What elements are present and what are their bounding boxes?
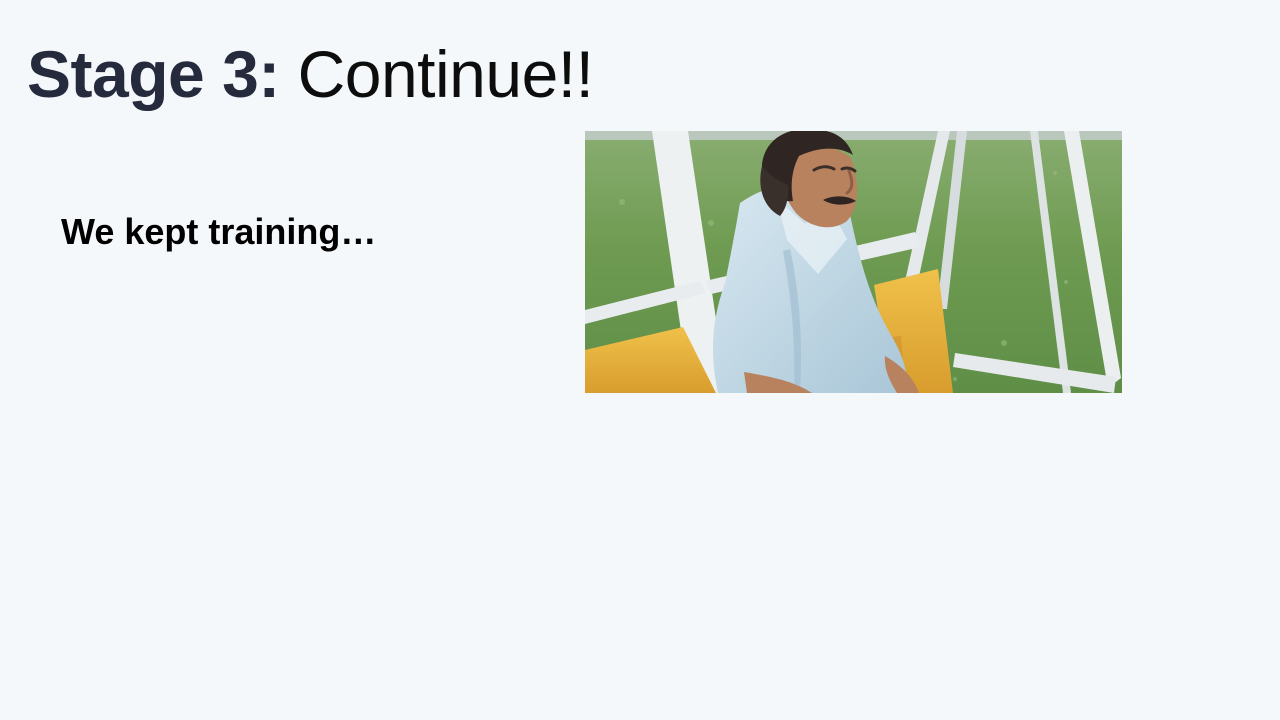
slide-title: Stage 3: Continue!! bbox=[27, 36, 594, 112]
title-main: Continue!! bbox=[297, 37, 594, 111]
title-prefix: Stage 3: bbox=[27, 37, 280, 111]
meme-photo-illustration bbox=[585, 131, 1122, 393]
body-text: We kept training… bbox=[61, 211, 377, 252]
slide: Stage 3: Continue!! We kept training… bbox=[0, 0, 1280, 720]
meme-photo bbox=[585, 131, 1122, 393]
